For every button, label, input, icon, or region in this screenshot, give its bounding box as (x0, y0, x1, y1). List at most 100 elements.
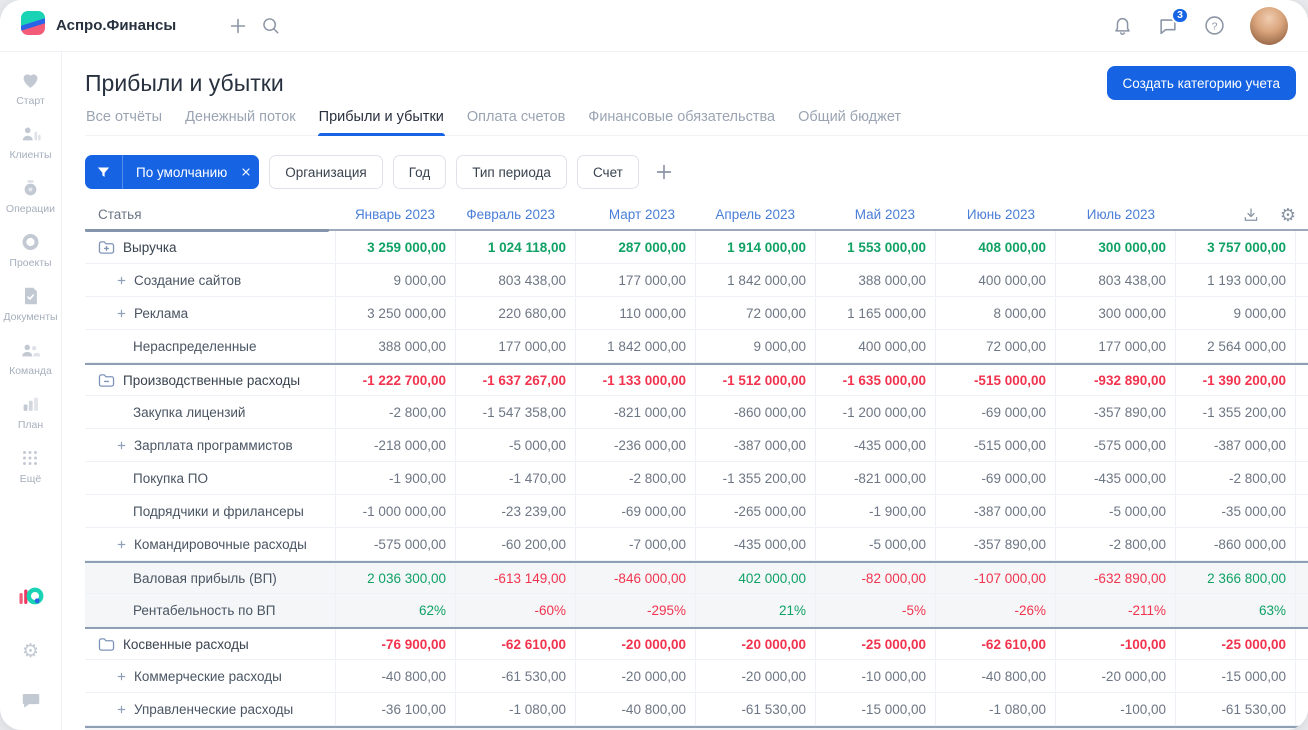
value-cell: -1 637 267,00 (455, 365, 575, 395)
value-cell: -821 000,00 (575, 396, 695, 428)
value-cell: 803 438,00 (455, 264, 575, 296)
value-cell: -100,00 (1055, 693, 1175, 725)
table-row: Подрядчики и фрилансеры -1 000 000,00 -23 … (85, 495, 1308, 528)
value-cell: -357 890,00 (935, 528, 1055, 560)
row-label: Нераспределенные (133, 338, 257, 354)
row-label-cell[interactable]: Командировочные расходы (85, 528, 335, 560)
value-cell: -860 000,00 (695, 396, 815, 428)
row-label-cell[interactable]: Рентабельность по ВП (85, 594, 335, 626)
row-label-cell[interactable]: Закупка лицензий (85, 396, 335, 428)
filter-period-type-button[interactable]: Тип периода (456, 155, 567, 189)
sidebar-item-label: Документы (3, 311, 58, 323)
aspro-logo-icon[interactable] (18, 585, 44, 614)
value-cell: -1 355 200,00 (695, 462, 815, 494)
value-cell: -1 900,00 (335, 462, 455, 494)
row-label-cell[interactable]: Выручка (85, 231, 335, 263)
row-label: Производственные расходы (123, 372, 301, 388)
row-label: Косвенные расходы (123, 636, 249, 652)
sidebar-item-start[interactable]: Старт (3, 68, 57, 107)
tab-invoices[interactable]: Оплата счетов (466, 109, 566, 135)
sidebar-item-label: Проекты (9, 257, 52, 269)
value-cell: 9 000,00 (1175, 297, 1295, 329)
filter-year-button[interactable]: Год (392, 155, 447, 189)
expand-icon (116, 704, 127, 715)
search-button[interactable] (254, 10, 286, 42)
notifications-button[interactable] (1106, 10, 1138, 42)
page-title: Прибыли и убытки (85, 69, 284, 96)
row-label-cell[interactable]: Создание сайтов (85, 264, 335, 296)
row-label-cell[interactable]: Косвенные расходы (85, 629, 335, 659)
expand-icon (116, 275, 127, 286)
filter-account-button[interactable]: Счет (576, 155, 639, 189)
row-label-cell[interactable]: Подрядчики и фрилансеры (85, 495, 335, 527)
quick-create-button[interactable] (222, 10, 254, 42)
pnl-table: Статья Январь 2023 Февраль 2023 Март 2023 Ап… (85, 200, 1308, 730)
value-cell: -62 610,00 (935, 629, 1055, 659)
table-row: Закупка лицензий -2 800,00 -1 547 358,00 -8… (85, 396, 1308, 429)
filter-organization-button[interactable]: Организация (269, 155, 383, 189)
value-cell: 3 250 000,00 (335, 297, 455, 329)
table-row: Косвенные расходы -76 900,00 -62 610,00 -20… (85, 627, 1308, 660)
value-cell: 400 000,00 (935, 264, 1055, 296)
download-icon[interactable] (1242, 206, 1260, 224)
value-cell: -387 000,00 (935, 495, 1055, 527)
sidebar-item-team[interactable]: Команда (3, 338, 57, 377)
row-label-cell[interactable]: Реклама (85, 297, 335, 329)
row-label-cell[interactable]: Нераспределенные (85, 330, 335, 362)
value-cell: -1 900,00 (815, 495, 935, 527)
help-button[interactable]: ? (1198, 10, 1230, 42)
column-header-month: Июль 2023 (1086, 207, 1155, 222)
value-cell: -1 635 000,00 (815, 365, 935, 395)
value-cell: -60 200,00 (455, 528, 575, 560)
tab-cash-flow[interactable]: Денежный поток (184, 109, 297, 135)
row-label: Управленческие расходы (134, 701, 294, 717)
row-label: Зарплата программистов (134, 437, 293, 453)
table-row: Производственные расходы -1 222 700,00 -1 … (85, 363, 1308, 396)
remove-filter-icon[interactable] (233, 155, 259, 189)
value-cell: -387 000,00 (695, 429, 815, 461)
row-label-cell[interactable]: Коммерческие расходы (85, 660, 335, 692)
create-category-button[interactable]: Создать категорию учета (1106, 66, 1296, 100)
tab-pnl[interactable]: Прибыли и убытки (317, 109, 446, 136)
row-label-cell[interactable]: Управленческие расходы (85, 693, 335, 725)
tab-budget[interactable]: Общий бюджет (797, 109, 902, 135)
active-filter-chip[interactable]: По умолчанию (85, 155, 260, 189)
value-cell: -5 000,00 (1055, 495, 1175, 527)
sidebar-item-plan[interactable]: План (3, 392, 57, 431)
settings-icon[interactable]: ⚙ (22, 642, 39, 661)
value-cell: -25 000,00 (815, 629, 935, 659)
tab-liabilities[interactable]: Финансовые обязательства (587, 109, 776, 135)
add-filter-button[interactable] (653, 161, 675, 183)
value-cell: 287 000,00 (575, 231, 695, 263)
value-cell: -575 000,00 (335, 528, 455, 560)
avatar[interactable] (1250, 6, 1288, 45)
value-cell: -821 000,00 (815, 462, 935, 494)
sidebar-item-operations[interactable]: Операции (3, 176, 57, 215)
sidebar-item-clients[interactable]: Клиенты (3, 122, 57, 161)
value-cell: -82 000,00 (815, 563, 935, 593)
value-cell: -1 080,00 (455, 693, 575, 725)
sidebar-item-documents[interactable]: Документы (3, 284, 58, 323)
row-label-cell[interactable]: Зарплата программистов (85, 429, 335, 461)
value-cell: -357 890,00 (1055, 396, 1175, 428)
table-settings-icon[interactable]: ⚙ (1280, 206, 1296, 224)
row-label-cell[interactable]: Валовая прибыль (ВП) (85, 563, 335, 593)
sidebar-item-projects[interactable]: Проекты (3, 230, 57, 269)
value-cell: -23 239,00 (455, 495, 575, 527)
value-cell: -60% (455, 594, 575, 626)
expand-icon (116, 539, 127, 550)
sidebar-item-more[interactable]: Ещё (3, 446, 57, 485)
tab-all-reports[interactable]: Все отчёты (85, 109, 163, 135)
value-cell: 72 000,00 (935, 330, 1055, 362)
bars-icon (19, 392, 42, 416)
messages-button[interactable]: 3 (1152, 6, 1189, 42)
value-cell: 2 564 000,00 (1175, 330, 1295, 362)
table-row-overflow (1295, 495, 1308, 527)
sidebar-item-label: Операции (5, 203, 56, 215)
value-cell: 2 036 300,00 (335, 563, 455, 593)
row-label-cell[interactable]: Покупка ПО (85, 462, 335, 494)
row-label-cell[interactable]: Производственные расходы (85, 365, 335, 395)
value-cell: -2 800,00 (575, 462, 695, 494)
feedback-icon[interactable] (20, 689, 42, 716)
value-cell: 3 757 000,00 (1175, 231, 1295, 263)
